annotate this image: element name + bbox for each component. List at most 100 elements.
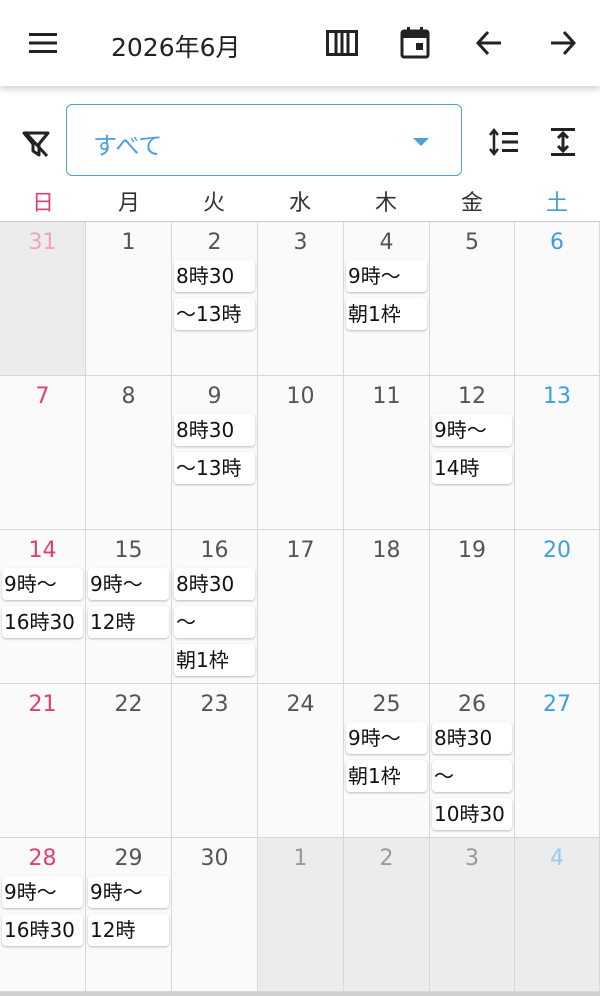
day-cell[interactable]: 23: [172, 684, 258, 838]
expand-icon[interactable]: [543, 122, 583, 162]
day-cell[interactable]: 3: [258, 222, 344, 376]
day-cell[interactable]: 31: [0, 222, 86, 376]
day-cell[interactable]: 7: [0, 376, 86, 530]
day-cell[interactable]: 4 9時〜 朝1枠: [344, 222, 430, 376]
arrow-forward-icon[interactable]: [541, 21, 585, 65]
day-number: 27: [543, 692, 571, 717]
day-cell[interactable]: 3: [430, 838, 515, 992]
day-number: 7: [35, 384, 50, 409]
month-grid: 31 1 2 8時30 〜13時 3 4 9時〜 朝1枠 5 6 7 8 9 8時30 〜13時 10 11 12 9…: [0, 222, 600, 994]
event-chip[interactable]: 9時〜: [432, 414, 512, 446]
event-chip[interactable]: 12時: [88, 914, 169, 946]
day-number: 11: [372, 384, 401, 409]
arrow-back-icon[interactable]: [467, 21, 511, 65]
event-list: 9時〜 12時: [88, 568, 169, 644]
event-list: 9時〜 朝1枠: [346, 722, 427, 798]
day-cell[interactable]: 10: [258, 376, 344, 530]
event-chip[interactable]: 〜13時: [174, 452, 255, 484]
weekday-saturday: 土: [545, 191, 568, 216]
day-cell[interactable]: 12 9時〜 14時: [430, 376, 515, 530]
event-chip[interactable]: 9時〜: [88, 876, 169, 908]
day-number: 26: [458, 692, 486, 717]
day-number: 17: [286, 538, 315, 563]
day-cell[interactable]: 21: [0, 684, 86, 838]
event-chip[interactable]: 9時〜: [346, 722, 427, 754]
event-chip[interactable]: 14時: [432, 452, 512, 484]
day-cell[interactable]: 8: [86, 376, 172, 530]
day-cell[interactable]: 24: [258, 684, 344, 838]
day-cell[interactable]: 11: [344, 376, 430, 530]
week-view-icon[interactable]: [320, 21, 364, 65]
day-cell[interactable]: 5: [430, 222, 515, 376]
event-chip[interactable]: 9時〜: [346, 260, 427, 292]
day-number: 24: [286, 692, 315, 717]
day-number: 1: [293, 846, 308, 871]
day-number: 4: [379, 230, 394, 255]
event-chip[interactable]: 朝1枠: [346, 760, 427, 792]
day-cell[interactable]: 18: [344, 530, 430, 684]
day-number: 20: [543, 538, 571, 563]
day-number: 16: [200, 538, 229, 563]
day-cell[interactable]: 14 9時〜 16時30: [0, 530, 86, 684]
event-chip[interactable]: 朝1枠: [346, 298, 427, 330]
event-chip[interactable]: 9時〜: [2, 876, 83, 908]
category-select[interactable]: すべて: [66, 104, 462, 176]
event-chip[interactable]: 12時: [88, 606, 169, 638]
filter-off-icon[interactable]: [16, 124, 56, 164]
day-cell[interactable]: 6: [515, 222, 600, 376]
day-number: 18: [372, 538, 401, 563]
event-chip[interactable]: 10時30: [432, 798, 512, 830]
event-chip[interactable]: 〜: [174, 606, 255, 638]
day-cell[interactable]: 15 9時〜 12時: [86, 530, 172, 684]
page-title: 2026年6月: [111, 33, 241, 62]
event-chip[interactable]: 8時30: [432, 722, 512, 754]
event-chip[interactable]: 9時〜: [88, 568, 169, 600]
day-cell[interactable]: 13: [515, 376, 600, 530]
weekday-tuesday: 火: [202, 191, 225, 216]
event-chip[interactable]: 〜: [432, 760, 512, 792]
event-list: 9時〜 16時30: [2, 876, 83, 952]
today-icon[interactable]: [393, 21, 437, 65]
day-number: 21: [28, 692, 57, 717]
event-chip[interactable]: 8時30: [174, 414, 255, 446]
day-number: 14: [28, 538, 57, 563]
day-number: 9: [207, 384, 222, 409]
day-number: 10: [286, 384, 315, 409]
day-cell[interactable]: 4: [515, 838, 600, 992]
day-number: 5: [465, 230, 479, 255]
day-cell[interactable]: 2: [344, 838, 430, 992]
day-cell[interactable]: 19: [430, 530, 515, 684]
event-chip[interactable]: 〜13時: [174, 298, 255, 330]
day-cell[interactable]: 20: [515, 530, 600, 684]
day-cell[interactable]: 1: [258, 838, 344, 992]
day-cell[interactable]: 22: [86, 684, 172, 838]
day-cell[interactable]: 29 9時〜 12時: [86, 838, 172, 992]
day-cell[interactable]: 30: [172, 838, 258, 992]
event-list: 9時〜 12時: [88, 876, 169, 952]
day-cell[interactable]: 28 9時〜 16時30: [0, 838, 86, 992]
bottom-divider: [0, 992, 600, 996]
weekday-sunday: 日: [31, 191, 54, 216]
day-cell[interactable]: 2 8時30 〜13時: [172, 222, 258, 376]
event-chip[interactable]: 朝1枠: [174, 644, 255, 676]
event-chip[interactable]: 9時〜: [2, 568, 83, 600]
event-list: 9時〜 朝1枠: [346, 260, 427, 336]
day-number: 3: [293, 230, 308, 255]
sort-icon[interactable]: [484, 122, 524, 162]
day-cell[interactable]: 9 8時30 〜13時: [172, 376, 258, 530]
event-list: 9時〜 16時30: [2, 568, 83, 644]
event-chip[interactable]: 8時30: [174, 568, 255, 600]
event-chip[interactable]: 16時30: [2, 606, 83, 638]
event-chip[interactable]: 16時30: [2, 914, 83, 946]
day-cell[interactable]: 16 8時30 〜朝1枠: [172, 530, 258, 684]
day-cell[interactable]: 17: [258, 530, 344, 684]
event-chip[interactable]: 8時30: [174, 260, 255, 292]
day-cell[interactable]: 25 9時〜 朝1枠: [344, 684, 430, 838]
day-number: 2: [207, 230, 222, 255]
day-cell[interactable]: 1: [86, 222, 172, 376]
day-number: 3: [465, 846, 479, 871]
day-number: 31: [28, 230, 57, 255]
day-cell[interactable]: 27: [515, 684, 600, 838]
menu-icon[interactable]: [21, 21, 65, 65]
day-cell[interactable]: 26 8時30 〜 10時30: [430, 684, 515, 838]
